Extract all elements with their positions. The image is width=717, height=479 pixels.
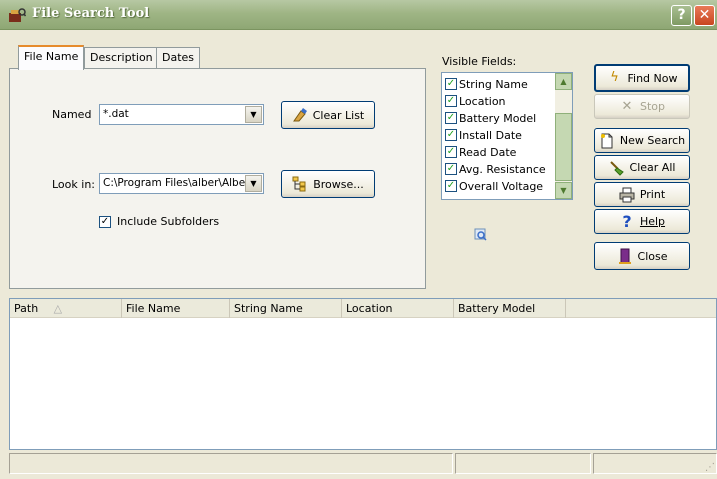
field-item-string-name[interactable]: ✓ String Name xyxy=(445,76,528,92)
checkbox-checked-icon[interactable]: ✓ xyxy=(445,146,457,158)
tab-dates[interactable]: Dates xyxy=(156,47,201,69)
browse-button[interactable]: Browse... xyxy=(281,170,375,198)
window-title: File Search Tool xyxy=(32,6,150,21)
find-now-button[interactable]: ϟ Find Now xyxy=(594,64,690,92)
column-label: Path xyxy=(14,302,39,315)
title-bar[interactable]: File Search Tool ? ✕ xyxy=(0,0,717,30)
print-label: Print xyxy=(639,188,666,201)
field-label: Location xyxy=(459,94,506,108)
stop-button[interactable]: ✕ Stop xyxy=(594,94,690,119)
print-button[interactable]: Print xyxy=(594,182,690,207)
scroll-thumb[interactable] xyxy=(555,113,572,181)
magnifier-icon xyxy=(474,228,488,245)
new-search-button[interactable]: New Search xyxy=(594,128,690,153)
eraser-icon xyxy=(292,107,308,123)
column-header-string-name[interactable]: String Name xyxy=(230,299,342,318)
close-icon: ✕ xyxy=(698,7,711,23)
help-label: Help xyxy=(639,215,666,228)
clear-list-button[interactable]: Clear List xyxy=(281,101,375,129)
printer-icon xyxy=(619,187,635,203)
checkbox-checked-icon[interactable]: ✓ xyxy=(445,163,457,175)
status-segment xyxy=(455,453,591,474)
named-value: *.dat xyxy=(103,108,129,120)
field-label: Avg. Resistance xyxy=(459,162,546,176)
clear-all-label: Clear All xyxy=(629,161,676,174)
close-button[interactable]: Close xyxy=(594,242,690,270)
stop-x-icon: ✕ xyxy=(621,98,633,114)
column-label: Battery Model xyxy=(458,302,536,315)
named-combo[interactable]: *.dat ▼ xyxy=(99,104,264,125)
file-search-window: File Search Tool ? ✕ File Name Descripti… xyxy=(0,0,717,479)
fields-scrollbar[interactable]: ▲ ▼ xyxy=(555,73,572,199)
visible-fields-label: Visible Fields: xyxy=(442,55,517,68)
field-label: String Name xyxy=(459,77,528,91)
close-label: Close xyxy=(637,249,668,263)
scroll-up-icon[interactable]: ▲ xyxy=(555,73,572,90)
status-segment xyxy=(593,453,717,474)
look-in-value: C:\Program Files\alber\Albe xyxy=(103,177,245,189)
title-help-button[interactable]: ? xyxy=(671,5,692,26)
include-subfolders-label: Include Subfolders xyxy=(117,215,220,228)
column-header-path[interactable]: Path △ xyxy=(10,299,122,318)
include-subfolders-checkbox[interactable]: ✓ xyxy=(99,216,111,228)
field-item-install-date[interactable]: ✓ Install Date xyxy=(445,127,522,143)
field-item-overall-voltage[interactable]: ✓ Overall Voltage xyxy=(445,178,543,194)
broom-icon xyxy=(609,160,625,176)
clear-list-label: Clear List xyxy=(312,108,365,122)
new-document-icon xyxy=(599,133,615,149)
tab-label: File Name xyxy=(24,50,79,63)
visible-fields-list[interactable]: ✓ String Name ✓ Location ✓ Battery Model… xyxy=(441,72,573,200)
chevron-down-icon[interactable]: ▼ xyxy=(245,106,262,123)
tab-label: Description xyxy=(90,51,153,64)
field-item-read-date[interactable]: ✓ Read Date xyxy=(445,144,516,160)
checkbox-checked-icon[interactable]: ✓ xyxy=(445,129,457,141)
tab-description[interactable]: Description xyxy=(84,47,159,69)
new-search-label: New Search xyxy=(619,134,686,147)
field-label: Install Date xyxy=(459,128,522,142)
find-now-label: Find Now xyxy=(627,71,678,85)
folder-tree-icon xyxy=(292,176,308,192)
field-label: Battery Model xyxy=(459,111,537,125)
resize-grip-icon[interactable]: ⋰ xyxy=(705,462,715,473)
field-label: Read Date xyxy=(459,145,517,159)
chevron-down-icon[interactable]: ▼ xyxy=(245,175,262,192)
look-in-label: Look in: xyxy=(52,178,95,191)
named-label: Named xyxy=(52,108,92,121)
results-list[interactable]: Path △ File Name String Name Location Ba… xyxy=(9,298,717,450)
field-item-avg-resistance[interactable]: ✓ Avg. Resistance xyxy=(445,161,546,177)
column-label: File Name xyxy=(126,302,181,315)
browse-label: Browse... xyxy=(313,177,364,191)
stop-label: Stop xyxy=(639,100,665,113)
results-header: Path △ File Name String Name Location Ba… xyxy=(10,299,716,318)
column-header-file-name[interactable]: File Name xyxy=(122,299,230,318)
field-item-location[interactable]: ✓ Location xyxy=(445,93,506,109)
help-button[interactable]: ? Help xyxy=(594,209,690,234)
lightning-icon: ϟ xyxy=(610,70,619,85)
sort-ascending-icon: △ xyxy=(53,302,63,315)
status-segment xyxy=(9,453,453,474)
column-header-location[interactable]: Location xyxy=(342,299,454,318)
question-icon: ? xyxy=(677,7,686,23)
column-header-battery-model[interactable]: Battery Model xyxy=(454,299,566,318)
look-in-combo[interactable]: C:\Program Files\alber\Albe ▼ xyxy=(99,173,264,194)
checkbox-checked-icon[interactable]: ✓ xyxy=(445,95,457,107)
checkbox-checked-icon[interactable]: ✓ xyxy=(445,112,457,124)
app-icon xyxy=(9,8,26,22)
scroll-down-icon[interactable]: ▼ xyxy=(555,182,572,199)
tab-file-name[interactable]: File Name xyxy=(18,45,85,70)
field-label: Overall Voltage xyxy=(459,179,544,193)
column-label: String Name xyxy=(234,302,303,315)
help-question-icon: ? xyxy=(622,211,632,231)
clear-all-button[interactable]: Clear All xyxy=(594,155,690,180)
checkbox-checked-icon[interactable]: ✓ xyxy=(445,180,457,192)
column-label: Location xyxy=(346,302,393,315)
door-exit-icon xyxy=(617,248,633,264)
field-item-battery-model[interactable]: ✓ Battery Model xyxy=(445,110,536,126)
title-close-button[interactable]: ✕ xyxy=(694,5,715,26)
checkbox-checked-icon[interactable]: ✓ xyxy=(445,78,457,90)
tab-label: Dates xyxy=(162,51,195,64)
status-bar: ⋰ xyxy=(9,450,717,474)
